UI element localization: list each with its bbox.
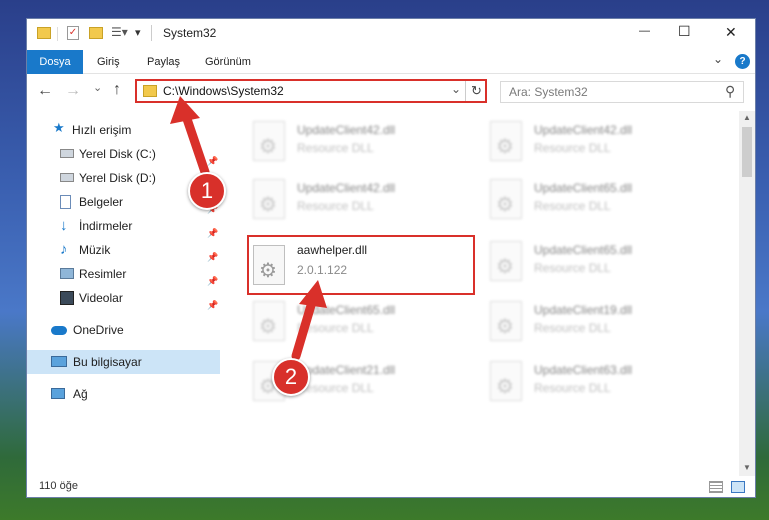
annotation-arrows — [170, 96, 327, 361]
callout-step-2: 2 — [272, 358, 310, 396]
arrow-to-aawhelper — [291, 280, 327, 361]
callout-step-1: 1 — [188, 172, 226, 210]
arrow-to-address-bar — [170, 96, 210, 177]
